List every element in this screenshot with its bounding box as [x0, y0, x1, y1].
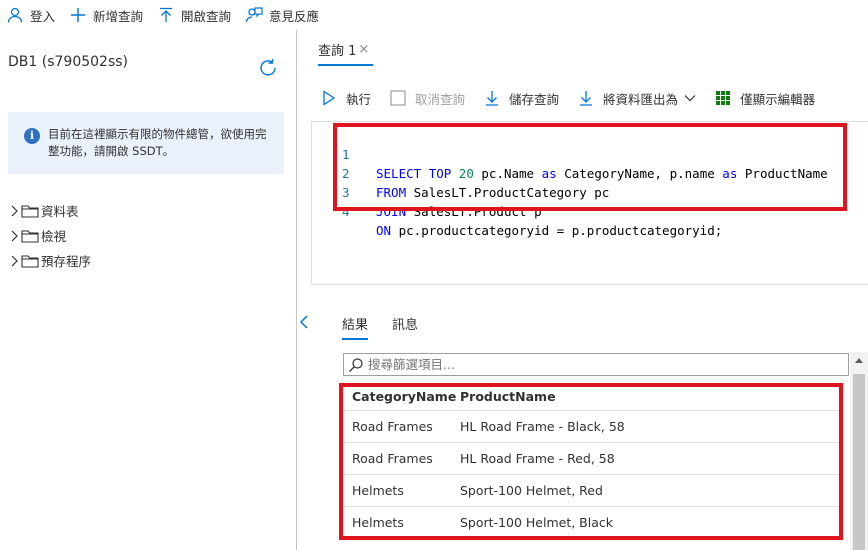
show-editor-only-button[interactable]: 僅顯示編輯器	[714, 89, 815, 108]
tree-item-stored-procedures[interactable]: 預存程序	[10, 248, 91, 273]
cancel-query-button[interactable]: 取消查詢	[389, 89, 465, 108]
header-row: CategoryName ProductName	[343, 381, 840, 411]
person-icon	[6, 6, 24, 24]
info-icon: i	[24, 128, 40, 144]
chevron-left-icon[interactable]	[299, 314, 311, 330]
folder-icon	[21, 229, 39, 243]
tab-results[interactable]: 結果	[342, 314, 369, 340]
chevron-right-icon	[10, 229, 20, 243]
download-icon	[483, 89, 501, 107]
line-number: 1	[342, 147, 350, 162]
query-toolbar: 執行 取消查詢 儲存查詢 將資料匯出為 僅顯示編輯器	[320, 86, 833, 110]
cancel-query-label: 取消查詢	[415, 91, 466, 107]
table-cell: Road Frames	[352, 419, 433, 434]
show-editor-only-label: 僅顯示編輯器	[740, 91, 816, 107]
table-cell: Helmets	[352, 483, 404, 498]
table-cell: HL Road Frame - Red, 58	[460, 451, 615, 466]
table-cell: Helmets	[352, 515, 404, 530]
object-explorer-panel: DB1 (s790502ss) i 目前在這裡顯示有限的物件總管，欲使用完整功能…	[0, 30, 297, 550]
results-scrollbar[interactable]	[850, 352, 868, 550]
search-icon	[348, 357, 364, 373]
column-header[interactable]: CategoryName	[352, 381, 456, 413]
scrollbar-thumb[interactable]	[853, 374, 865, 550]
object-tree: 資料表 檢視 預存程序	[10, 198, 91, 273]
table-row[interactable]: Helmets Sport-100 Helmet, Black	[343, 507, 840, 539]
chevron-right-icon	[10, 204, 20, 218]
upload-icon	[157, 6, 175, 24]
code-text: JOIN SalesLT.Product p	[376, 204, 542, 219]
folder-icon	[21, 204, 39, 218]
download-icon	[577, 89, 595, 107]
code-line: 4 ON pc.productcategoryid = p.productcat…	[312, 183, 722, 238]
table-row[interactable]: Helmets Sport-100 Helmet, Red	[343, 475, 840, 507]
table-cell: Road Frames	[352, 451, 433, 466]
new-query-label: 新增查詢	[93, 8, 144, 24]
chevron-down-icon	[684, 94, 696, 102]
tree-item-tables[interactable]: 資料表	[10, 198, 91, 223]
login-label: 登入	[30, 8, 56, 24]
open-query-button[interactable]: 開啟查詢	[157, 0, 231, 30]
info-banner: i 目前在這裡顯示有限的物件總管，欲使用完整功能，請開啟 SSDT。	[8, 112, 284, 174]
tree-item-views[interactable]: 檢視	[10, 223, 91, 248]
run-button[interactable]: 執行	[320, 89, 371, 108]
table-cell: Sport-100 Helmet, Red	[460, 483, 603, 498]
plus-icon	[69, 6, 87, 24]
code-text: ON pc.productcategoryid = p.productcateg…	[376, 223, 723, 238]
table-cell: Sport-100 Helmet, Black	[460, 515, 613, 530]
table-row[interactable]: Road Frames HL Road Frame - Black, 58	[343, 411, 840, 443]
code-line: 1 SELECT TOP 20 pc.Name as CategoryName,…	[312, 126, 828, 181]
filter-input[interactable]	[368, 357, 838, 372]
tree-item-label: 預存程序	[41, 254, 92, 269]
save-query-button[interactable]: 儲存查詢	[483, 89, 559, 108]
column-header[interactable]: ProductName	[460, 381, 556, 413]
line-number: 3	[342, 185, 350, 200]
tab-label: 查詢 1	[318, 43, 357, 59]
code-text: FROM SalesLT.ProductCategory pc	[376, 185, 610, 200]
feedback-icon	[245, 6, 263, 24]
results-filter	[343, 353, 849, 376]
sql-editor[interactable]: 1 SELECT TOP 20 pc.Name as CategoryName,…	[311, 121, 868, 285]
results-tabs: 結果 訊息	[342, 314, 442, 342]
tab-query-1[interactable]: 查詢 1 ×	[318, 34, 374, 66]
tab-messages[interactable]: 訊息	[392, 314, 418, 340]
save-query-label: 儲存查詢	[509, 91, 560, 107]
scroll-up-icon[interactable]	[854, 354, 864, 364]
refresh-icon[interactable]	[258, 58, 278, 78]
new-query-button[interactable]: 新增查詢	[69, 0, 143, 30]
close-icon[interactable]: ×	[358, 42, 369, 57]
database-name: DB1 (s790502ss)	[8, 54, 128, 70]
top-toolbar: 登入 新增查詢 開啟查詢 意見反應	[0, 0, 868, 30]
chevron-right-icon	[10, 254, 20, 268]
code-line: 2 FROM SalesLT.ProductCategory pc	[312, 145, 609, 200]
code-text: SELECT TOP 20 pc.Name as CategoryName, p…	[376, 166, 828, 181]
export-data-label: 將資料匯出為	[603, 91, 679, 107]
tree-item-label: 檢視	[41, 229, 67, 244]
folder-icon	[21, 254, 39, 268]
results-grid: CategoryName ProductName Road Frames HL …	[343, 381, 840, 539]
open-query-label: 開啟查詢	[181, 8, 232, 24]
feedback-button[interactable]: 意見反應	[245, 0, 319, 30]
feedback-label: 意見反應	[269, 8, 320, 24]
line-number: 4	[342, 204, 350, 219]
run-label: 執行	[346, 91, 372, 107]
play-icon	[320, 89, 338, 107]
tree-item-label: 資料表	[41, 204, 79, 219]
table-row[interactable]: Road Frames HL Road Frame - Red, 58	[343, 443, 840, 475]
login-button[interactable]: 登入	[6, 0, 55, 30]
grid-icon	[714, 89, 732, 107]
info-text: 目前在這裡顯示有限的物件總管，欲使用完整功能，請開啟 SSDT。	[48, 127, 267, 158]
query-tab-bar: 查詢 1 ×	[318, 34, 374, 66]
code-line: 3 JOIN SalesLT.Product p	[312, 164, 542, 219]
table-cell: HL Road Frame - Black, 58	[460, 419, 625, 434]
stop-icon	[389, 89, 407, 107]
export-data-dropdown[interactable]: 將資料匯出為	[577, 89, 696, 108]
line-number: 2	[342, 166, 350, 181]
